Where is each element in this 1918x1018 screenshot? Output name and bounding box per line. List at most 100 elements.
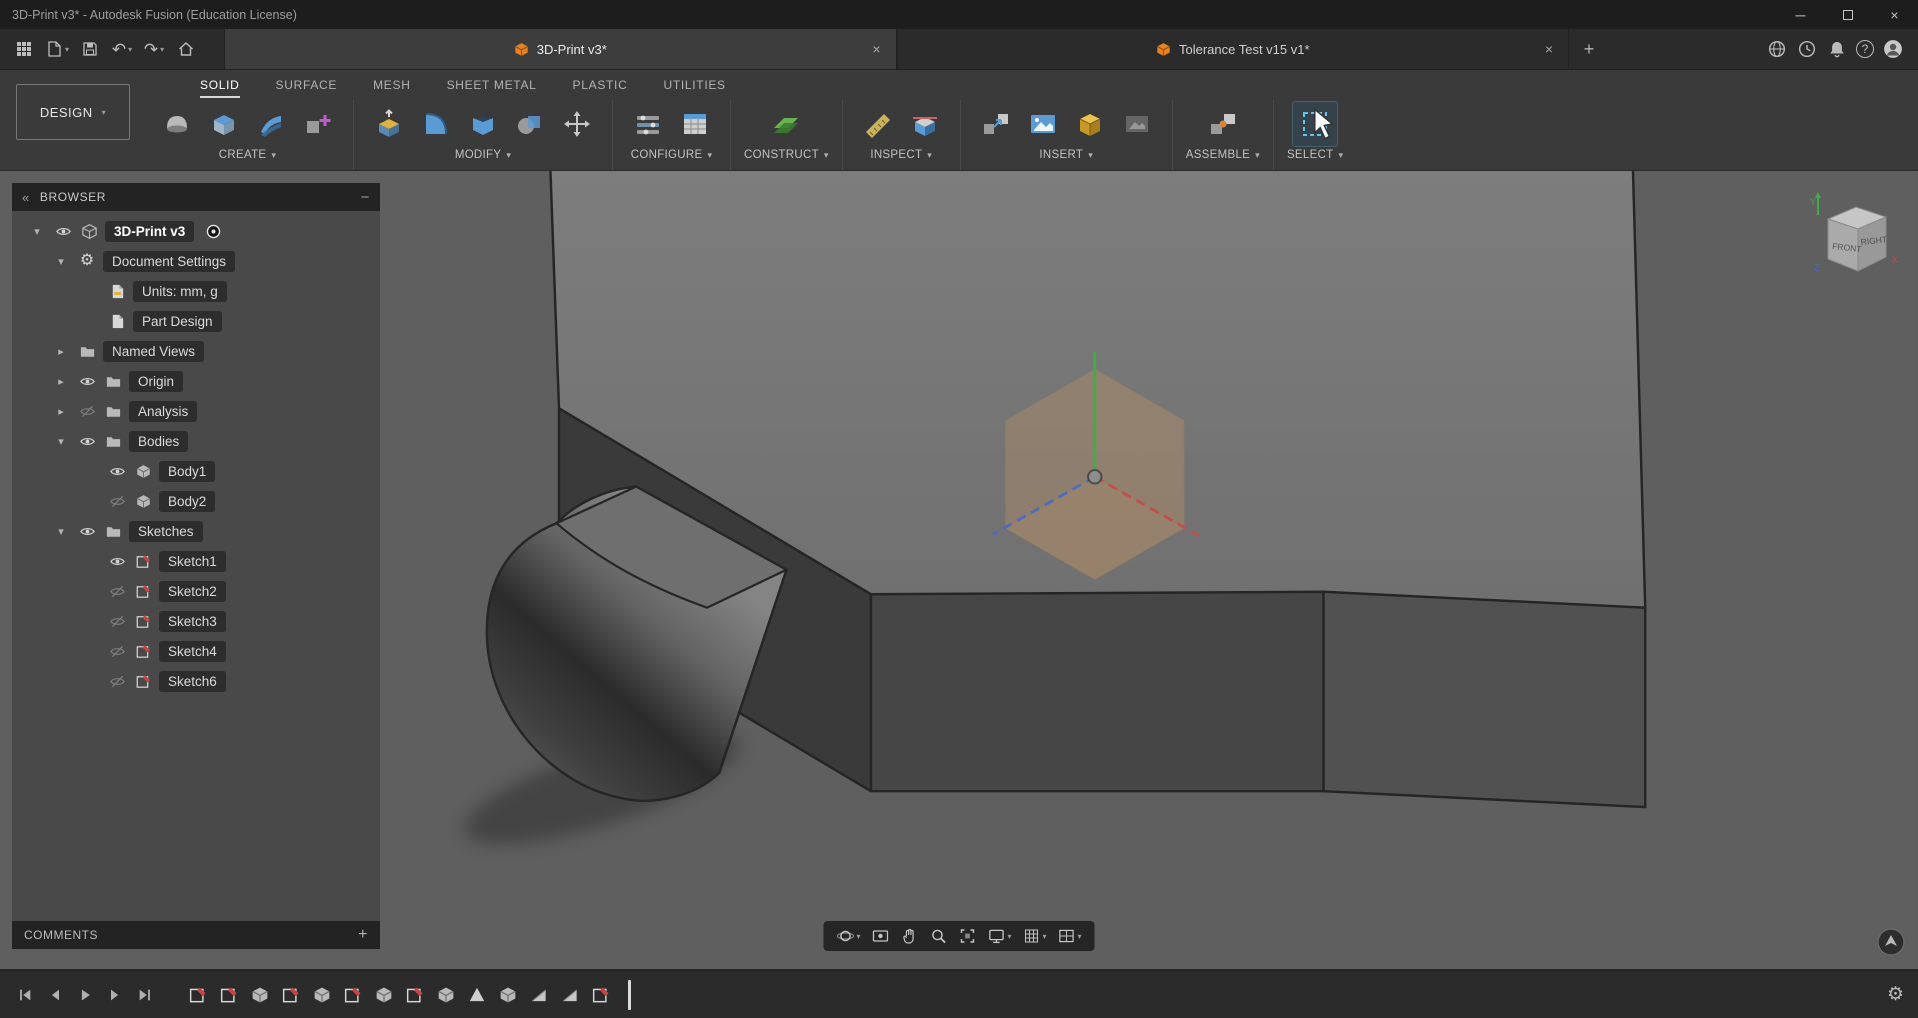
timeline-extrude-icon[interactable] [496,983,520,1007]
tree-item-label[interactable]: Sketch4 [159,640,226,662]
visibility-eye-off-icon[interactable] [104,643,130,660]
timeline-settings-gear-icon[interactable]: ⚙ [1887,985,1904,1004]
tree-item-label[interactable]: Body1 [159,460,216,482]
chevron-down-icon[interactable]: ▾ [48,525,74,538]
status-badge[interactable] [1876,927,1906,957]
chevron-right-icon[interactable]: ▸ [48,375,74,388]
group-construct-label[interactable]: CONSTRUCT [744,149,829,161]
press-pull-tool-button[interactable] [367,102,411,146]
tree-row-analysis[interactable]: ▸ Analysis [12,396,380,426]
tree-row-body1[interactable]: Body1 [12,456,380,486]
timeline-sketch-icon[interactable] [279,983,303,1007]
go-to-start-button[interactable] [14,984,36,1006]
document-tab-3d-print[interactable]: 3D-Print v3* × [224,29,897,69]
tree-row-sketches[interactable]: ▾ Sketches [12,516,380,546]
collapse-panel-icon[interactable]: « [22,190,30,205]
tab-surface[interactable]: SURFACE [276,70,338,98]
extensions-button[interactable] [1766,38,1788,60]
tree-item-label[interactable]: Body2 [159,490,216,512]
tree-row-origin[interactable]: ▸ Origin [12,366,380,396]
joint-tool-button[interactable] [1201,102,1245,146]
save-button[interactable] [76,34,104,64]
decal-tool-button[interactable] [1021,102,1065,146]
measure-tool-button[interactable] [856,102,900,146]
tree-item-label[interactable]: 3D-Print v3 [105,220,195,242]
timeline-extrude-icon[interactable] [248,983,272,1007]
tree-item-label[interactable]: Sketch1 [159,550,226,572]
timeline-position-marker[interactable] [628,979,631,1010]
tree-row-units[interactable]: Units: mm, g [12,276,380,306]
visibility-eye-off-icon[interactable] [104,613,130,630]
tab-mesh[interactable]: MESH [373,70,410,98]
timeline-sketch-icon[interactable] [341,983,365,1007]
visibility-eye-icon[interactable] [74,373,100,390]
loft-tool-button[interactable] [249,102,293,146]
pan-button[interactable] [895,921,923,951]
origin-point[interactable] [1087,469,1103,485]
step-forward-button[interactable] [104,984,126,1006]
tree-row-root[interactable]: ▾ 3D-Print v3 [12,216,380,246]
visibility-eye-icon[interactable] [74,433,100,450]
tree-item-label[interactable]: Part Design [133,310,222,332]
visibility-eye-off-icon[interactable] [74,403,100,420]
tree-item-label[interactable]: Sketch2 [159,580,226,602]
visibility-eye-icon[interactable] [74,523,100,540]
tree-row-document-settings[interactable]: ▾ ⚙ Document Settings [12,246,380,276]
maximize-window-button[interactable] [1824,0,1871,29]
job-status-button[interactable] [1796,38,1818,60]
workspace-selector[interactable]: DESIGN ▾ [16,84,130,140]
tree-item-label[interactable]: Named Views [103,340,205,362]
tree-row-sketch4[interactable]: Sketch4 [12,636,380,666]
timeline-sketch-icon[interactable] [217,983,241,1007]
fit-button[interactable] [953,921,981,951]
tab-plastic[interactable]: PLASTIC [573,70,628,98]
notifications-button[interactable] [1826,38,1848,60]
group-inspect-label[interactable]: INSPECT [870,149,932,161]
chevron-down-icon[interactable]: ▾ [48,255,74,268]
timeline-sketch-icon[interactable] [186,983,210,1007]
tree-item-label[interactable]: Sketch3 [159,610,226,632]
redo-button[interactable]: ↷ ▾ [140,34,168,64]
view-cube[interactable]: Y FRONT RIGHT Z X [1798,187,1910,299]
timeline-extrude-icon[interactable] [434,983,458,1007]
chevron-right-icon[interactable]: ▸ [48,405,74,418]
group-create-label[interactable]: CREATE [219,149,276,161]
extrude-tool-button[interactable] [202,102,246,146]
tab-sheet-metal[interactable]: SHEET METAL [447,70,537,98]
group-select-label[interactable]: SELECT [1287,149,1343,161]
minimize-panel-icon[interactable]: − [361,189,370,206]
zoom-button[interactable] [924,921,952,951]
tree-item-label[interactable]: Analysis [129,400,198,422]
configuration-table-tool-button[interactable] [673,102,717,146]
tree-item-label[interactable]: Origin [129,370,184,392]
select-tool-button[interactable] [1292,101,1339,147]
document-tab-tolerance-test[interactable]: Tolerance Test v15 v1* × [896,29,1570,69]
canvas-tool-button[interactable] [1115,102,1159,146]
tree-item-label[interactable]: Sketches [129,520,203,542]
visibility-eye-icon[interactable] [50,223,76,240]
viewports-button[interactable]: ▾ [1053,921,1087,951]
visibility-eye-off-icon[interactable] [104,493,130,510]
timeline-extrude-icon[interactable] [310,983,334,1007]
timeline-revolve-icon[interactable] [465,983,489,1007]
model-viewport[interactable]: Y FRONT RIGHT Z X « BROWSER − ▾ 3D-Print… [0,171,1918,969]
timeline-chamfer-icon[interactable] [527,983,551,1007]
undo-button[interactable]: ↶ ▾ [108,34,136,64]
help-button[interactable]: ? [1856,40,1874,58]
chevron-down-icon[interactable]: ▾ [24,225,50,238]
timeline-chamfer-icon[interactable] [558,983,582,1007]
shell-tool-button[interactable] [461,102,505,146]
section-analysis-tool-button[interactable] [903,102,947,146]
group-insert-label[interactable]: INSERT [1039,149,1093,161]
minimize-window-button[interactable]: ─ [1777,0,1824,29]
comments-bar[interactable]: COMMENTS + [12,921,380,949]
tree-row-part-design[interactable]: Part Design [12,306,380,336]
group-assemble-label[interactable]: ASSEMBLE [1186,149,1260,161]
visibility-eye-icon[interactable] [104,553,130,570]
close-window-button[interactable]: × [1871,0,1918,29]
look-at-button[interactable] [866,921,894,951]
tree-item-label[interactable]: Bodies [129,430,189,452]
tree-row-sketch1[interactable]: Sketch1 [12,546,380,576]
form-tool-button[interactable] [155,102,199,146]
tab-solid[interactable]: SOLID [200,70,240,98]
